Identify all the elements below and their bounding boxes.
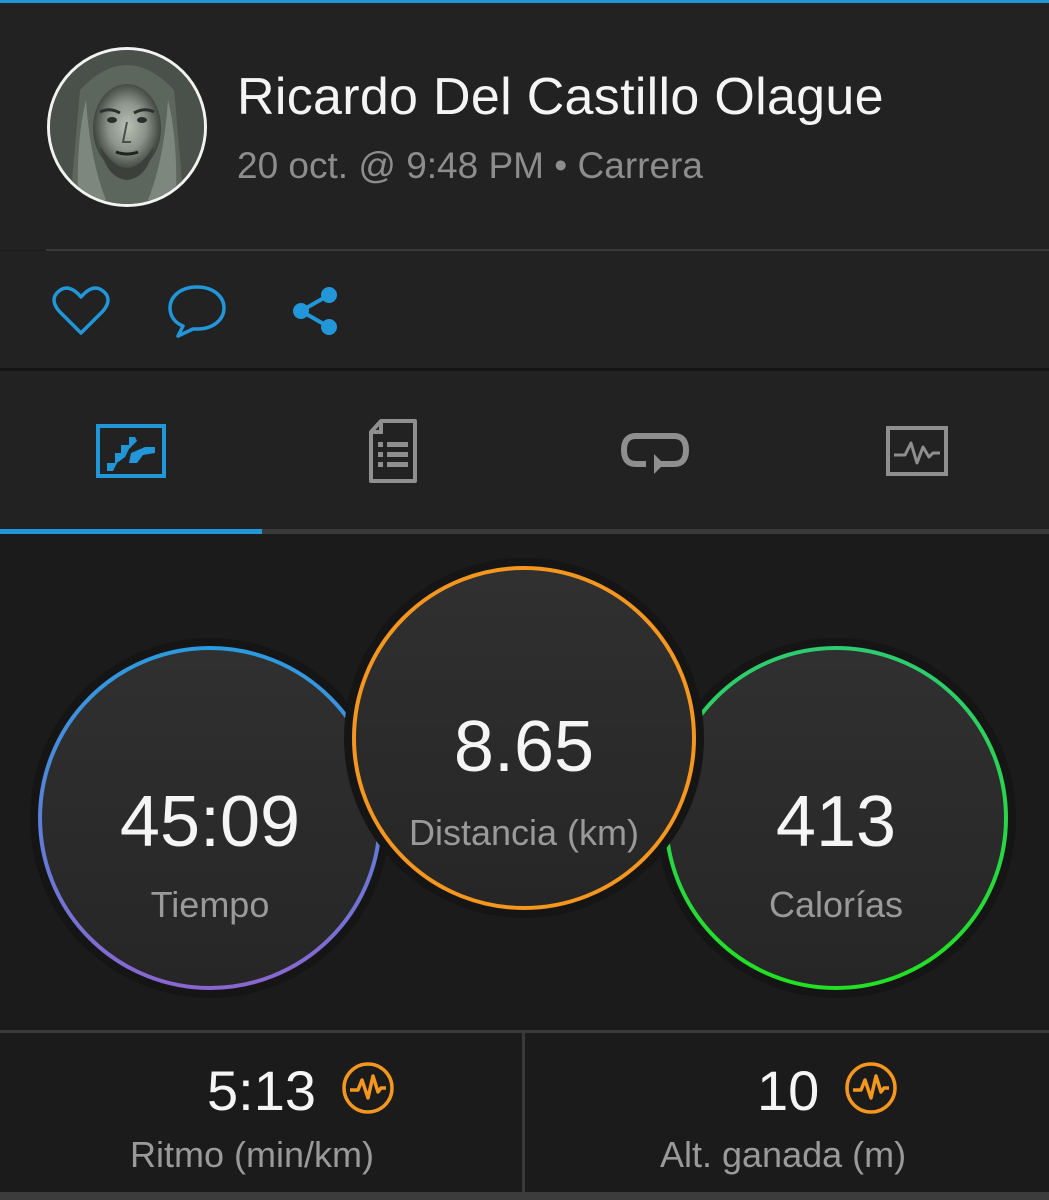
pace-label: Ritmo (min/km) — [130, 1134, 374, 1175]
elevation-value: 10 — [757, 1059, 820, 1122]
overview-chart-icon — [96, 424, 166, 478]
laps-loop-icon — [620, 433, 690, 474]
elevation-label: Alt. ganada (m) — [660, 1134, 907, 1175]
avatar-portrait-image — [50, 50, 204, 204]
action-bar — [0, 251, 1049, 368]
time-value: 45:09 — [119, 782, 301, 862]
user-name[interactable]: Ricardo Del Castillo Olague — [237, 67, 884, 127]
tab-details[interactable] — [262, 371, 524, 531]
meta-separator: • — [554, 145, 568, 186]
heart-icon — [52, 286, 110, 335]
activity-pulse-icon — [845, 1062, 897, 1114]
comment-icon — [168, 285, 226, 338]
tab-overview[interactable] — [0, 371, 262, 531]
like-button[interactable] — [50, 283, 112, 339]
activity-type: Carrera — [577, 145, 703, 186]
stats-panel: 45:09 Tiempo 8.65 Distancia (km) 413 Cal… — [0, 534, 1049, 1030]
share-icon — [293, 287, 337, 335]
bottom-edge — [0, 1192, 1049, 1200]
distance-label: Distancia (km) — [408, 812, 640, 853]
time-label: Tiempo — [150, 884, 270, 925]
calories-value: 413 — [775, 782, 897, 862]
tab-laps[interactable] — [524, 371, 786, 531]
distance-value: 8.65 — [453, 707, 595, 787]
tab-graphs[interactable] — [786, 371, 1048, 531]
activity-pulse-icon — [342, 1062, 394, 1114]
avatar[interactable] — [47, 47, 207, 207]
activity-date: 20 oct. @ 9:48 PM — [237, 145, 544, 186]
activity-header: Ricardo Del Castillo Olague 20 oct. @ 9:… — [0, 3, 1049, 250]
share-button[interactable] — [284, 283, 346, 339]
activity-meta: 20 oct. @ 9:48 PM • Carrera — [237, 145, 703, 187]
metrics-vertical-divider — [522, 1033, 525, 1193]
calories-label: Calorías — [768, 884, 904, 925]
activity-graph-icon — [886, 426, 948, 476]
comment-button[interactable] — [166, 283, 228, 339]
document-list-icon — [369, 419, 417, 483]
pace-value: 5:13 — [207, 1059, 316, 1122]
activity-screen: Ricardo Del Castillo Olague 20 oct. @ 9:… — [0, 0, 1049, 1200]
tab-bar — [0, 371, 1049, 531]
